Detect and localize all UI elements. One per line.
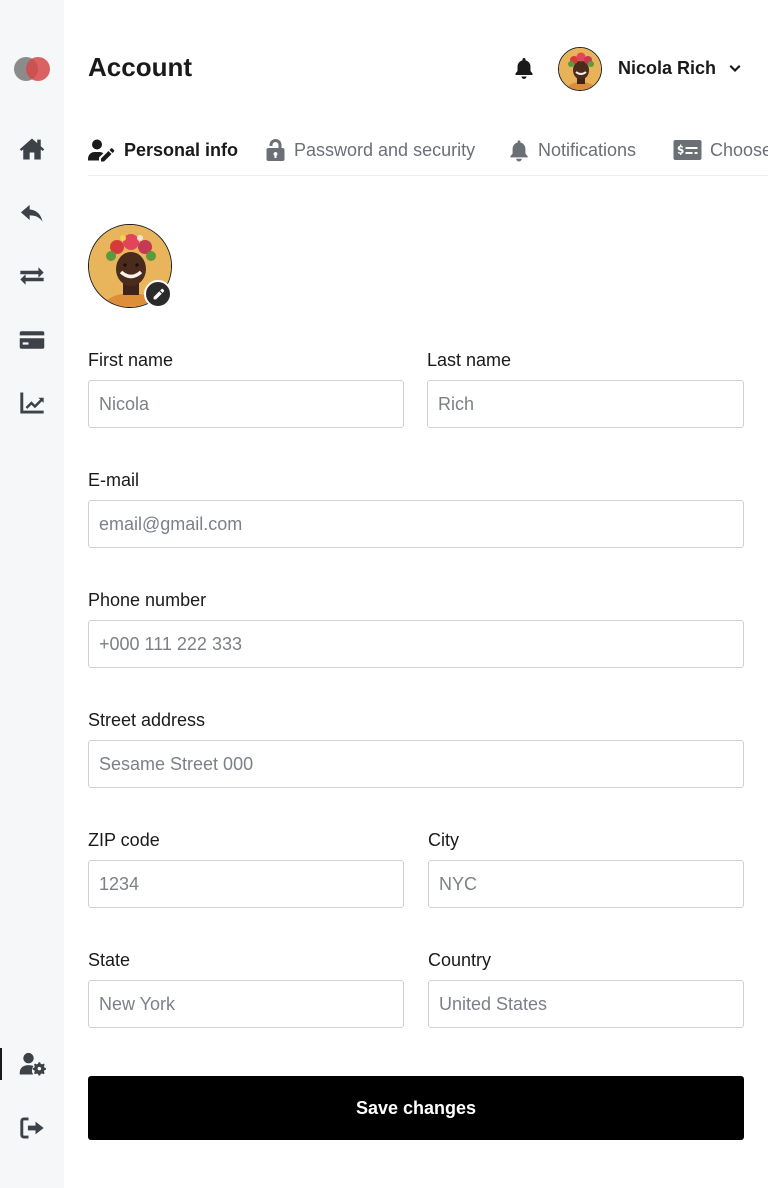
exchange-icon[interactable] — [18, 262, 46, 290]
tab-label: Notifications — [538, 139, 637, 160]
user-avatar[interactable] — [558, 47, 602, 91]
sign-out-icon[interactable] — [18, 1114, 46, 1142]
first-name-input[interactable] — [88, 380, 404, 428]
city-input[interactable] — [428, 860, 744, 908]
active-indicator — [0, 1048, 2, 1080]
email-input[interactable] — [88, 500, 744, 548]
chevron-down-icon[interactable] — [727, 61, 743, 77]
logo-circle-red — [26, 57, 50, 81]
tab-personal-info[interactable]: Personal info — [88, 137, 238, 163]
last-name-input[interactable] — [427, 380, 744, 428]
zip-code-label: ZIP code — [88, 830, 160, 850]
tab-choose[interactable]: Choose — [673, 137, 768, 163]
credit-card-icon[interactable] — [18, 326, 46, 354]
email-label: E-mail — [88, 470, 140, 490]
street-address-input[interactable] — [88, 740, 744, 788]
phone-input[interactable] — [88, 620, 744, 668]
state-input[interactable] — [88, 980, 404, 1028]
chart-line-icon[interactable] — [18, 389, 46, 417]
last-name-label: Last name — [427, 350, 512, 370]
pencil-icon — [153, 288, 164, 299]
zip-code-input[interactable] — [88, 860, 404, 908]
tab-label: Password and security — [294, 139, 476, 160]
first-name-label: First name — [88, 350, 174, 370]
home-icon[interactable] — [18, 135, 46, 163]
tab-label: Personal info — [124, 139, 239, 160]
user-name[interactable]: Nicola Rich — [618, 58, 716, 79]
city-label: City — [428, 830, 459, 850]
state-label: State — [88, 950, 131, 970]
tab-label: Choose — [710, 139, 768, 160]
phone-label: Phone number — [88, 590, 207, 610]
account-tabs: Personal info Password and security Noti… — [88, 130, 768, 176]
country-input[interactable] — [428, 980, 744, 1028]
user-settings-icon[interactable] — [18, 1050, 46, 1078]
edit-avatar-button[interactable] — [144, 280, 172, 308]
bell-icon — [510, 140, 528, 162]
street-address-label: Street address — [88, 710, 206, 730]
user-edit-icon — [88, 139, 115, 162]
unlock-icon — [266, 139, 285, 161]
tab-notifications[interactable]: Notifications — [508, 137, 636, 163]
notification-bell-icon[interactable] — [512, 56, 536, 80]
money-check-icon — [673, 140, 702, 160]
save-changes-button[interactable]: Save changes — [88, 1076, 744, 1140]
sidebar — [0, 0, 64, 1188]
country-label: Country — [428, 950, 492, 970]
reply-icon[interactable] — [18, 199, 46, 227]
tab-password-security[interactable]: Password and security — [265, 137, 475, 163]
page-title: Account — [88, 52, 192, 82]
app-logo[interactable] — [14, 57, 52, 81]
